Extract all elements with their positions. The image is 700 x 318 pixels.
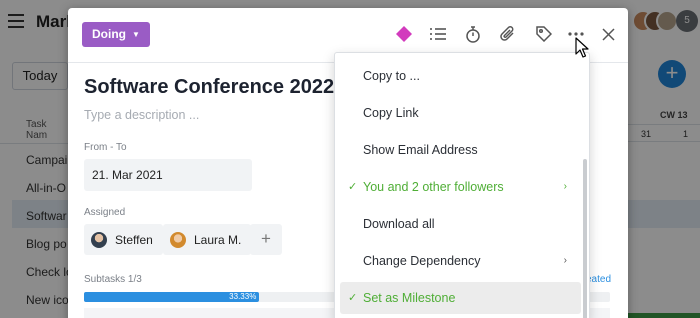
menu-item-label: You and 2 other followers	[363, 180, 504, 194]
menu-item-followers[interactable]: ✓ You and 2 other followers ›	[340, 171, 581, 203]
status-dropdown-button[interactable]: Doing ▼	[82, 22, 150, 47]
menu-item-set-as-milestone[interactable]: ✓ Set as Milestone	[340, 282, 581, 314]
more-options-menu: Copy to ... Copy Link Show Email Address…	[334, 52, 590, 318]
progress-fill: 33.33%	[84, 292, 260, 302]
paperclip-icon[interactable]	[498, 24, 518, 44]
from-to-label: From - To	[84, 142, 127, 153]
diamond-icon[interactable]	[394, 24, 414, 44]
list-icon[interactable]	[428, 24, 448, 44]
close-icon[interactable]	[598, 24, 618, 44]
caret-down-icon: ▼	[132, 30, 140, 39]
mouse-cursor-icon	[575, 37, 589, 58]
description-input[interactable]: Type a description ...	[84, 108, 199, 122]
menu-item-label: Set as Milestone	[363, 291, 456, 305]
menu-item-download-all[interactable]: Download all	[340, 208, 581, 240]
assigned-label: Assigned	[84, 207, 126, 218]
menu-scrollbar[interactable]	[583, 159, 587, 318]
menu-item-label: Download all	[363, 217, 435, 231]
check-icon: ✓	[348, 292, 358, 304]
menu-item-copy-link[interactable]: Copy Link	[340, 97, 581, 129]
chevron-right-icon: ›	[563, 255, 567, 266]
menu-item-label: Copy Link	[363, 106, 419, 120]
menu-item-show-email[interactable]: Show Email Address	[340, 134, 581, 166]
chevron-right-icon: ›	[563, 181, 567, 192]
assignee-chip[interactable]: Steffen	[84, 224, 163, 255]
add-assignee-button[interactable]: +	[250, 224, 282, 255]
assignee-chip[interactable]: Laura M.	[163, 224, 252, 255]
assignee-name: Steffen	[115, 232, 153, 247]
date-field[interactable]: 21. Mar 2021	[84, 159, 252, 191]
assignee-name: Laura M.	[194, 232, 242, 247]
progress-percent: 33.33%	[229, 292, 257, 301]
task-title[interactable]: Software Conference 2022	[84, 76, 334, 99]
avatar	[91, 231, 107, 248]
status-label: Doing	[92, 27, 126, 41]
subtasks-label: Subtasks 1/3	[84, 274, 142, 285]
avatar	[170, 231, 186, 248]
tag-icon[interactable]	[534, 24, 554, 44]
menu-item-label: Show Email Address	[363, 143, 478, 157]
menu-item-copy-to[interactable]: Copy to ...	[340, 60, 581, 92]
menu-item-label: Copy to ...	[363, 69, 420, 83]
timer-icon[interactable]	[463, 24, 483, 44]
menu-item-label: Change Dependency	[363, 254, 481, 268]
check-icon: ✓	[348, 181, 358, 193]
menu-item-change-dependency[interactable]: Change Dependency ›	[340, 245, 581, 277]
